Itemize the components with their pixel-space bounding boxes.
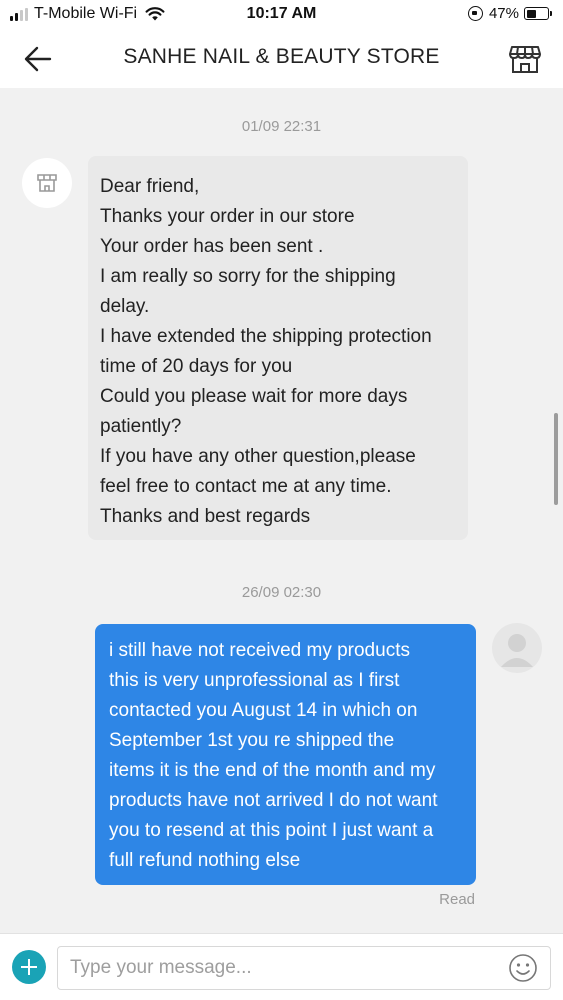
message-line: Could you please wait for more days xyxy=(100,386,408,407)
message-timestamp: 26/09 02:30 xyxy=(241,584,322,601)
nav-bar: SANHE NAIL & BEAUTY STORE xyxy=(0,30,563,88)
message-timestamp: 01/09 22:31 xyxy=(241,118,322,135)
message-line: i still have not received my products xyxy=(109,640,410,661)
page-title: SANHE NAIL & BEAUTY STORE xyxy=(123,45,440,68)
message-line: If you have any other question,please xyxy=(100,446,416,467)
message-line: Your order has been sent . xyxy=(100,236,324,257)
message-line: contacted you August 14 in which on xyxy=(109,700,418,721)
emoji-icon[interactable] xyxy=(508,953,538,983)
user-avatar[interactable] xyxy=(492,623,542,673)
store-avatar[interactable] xyxy=(22,158,72,208)
message-line: patiently? xyxy=(100,416,182,437)
battery-percent: 47% xyxy=(488,5,519,22)
incoming-message-bubble[interactable]: Dear friend, Thanks your order in our st… xyxy=(88,156,468,540)
message-line: delay. xyxy=(100,296,150,317)
status-right: 47% xyxy=(467,5,552,22)
message-line: Dear friend, xyxy=(100,176,200,197)
add-attachment-button[interactable] xyxy=(12,950,46,984)
message-line: September 1st you re shipped the xyxy=(109,730,395,751)
message-line: products have not arrived I do not want xyxy=(109,790,438,811)
outgoing-message-bubble[interactable]: i still have not received my products th… xyxy=(95,624,476,885)
message-line: Thanks and best regards xyxy=(100,506,311,527)
rotation-lock-icon xyxy=(467,6,483,21)
message-line: full refund nothing else xyxy=(109,850,301,871)
message-line: you to resend at this point I just want … xyxy=(109,820,434,841)
message-input[interactable] xyxy=(70,947,490,989)
status-bar: T-Mobile Wi-Fi 10:17 AM 47% xyxy=(0,0,563,30)
message-field[interactable] xyxy=(57,946,551,990)
person-icon xyxy=(501,634,533,667)
battery-icon xyxy=(524,7,552,20)
message-line: this is very unprofessional as I first xyxy=(109,670,400,691)
message-line: Thanks your order in our store xyxy=(100,206,355,227)
chat-area[interactable]: 01/09 22:31 Dear friend, Thanks your ord… xyxy=(0,88,563,933)
arrow-left-icon[interactable] xyxy=(20,42,56,76)
message-composer xyxy=(0,933,563,1000)
message-line: time of 20 days for you xyxy=(100,356,293,377)
read-receipt: Read xyxy=(439,891,475,908)
message-line: I am really so sorry for the shipping xyxy=(100,266,396,287)
scrollbar[interactable] xyxy=(554,413,558,505)
message-line: feel free to contact me at any time. xyxy=(100,476,392,497)
battery-fill xyxy=(526,9,536,18)
message-line: I have extended the shipping protection xyxy=(100,326,432,347)
message-line: items it is the end of the month and my xyxy=(109,760,436,781)
storefront-icon xyxy=(37,174,57,192)
storefront-icon[interactable] xyxy=(507,41,543,77)
